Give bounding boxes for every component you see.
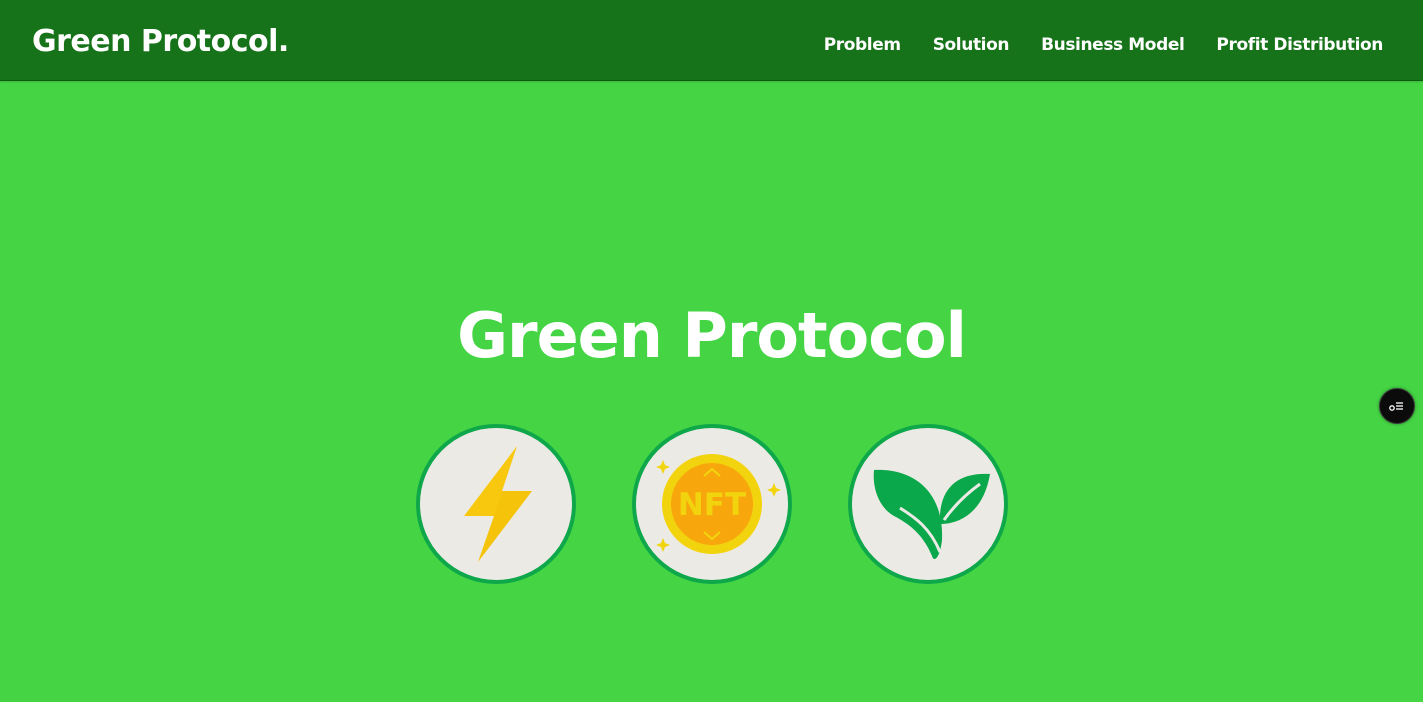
- nft-coin-icon: NFT: [656, 454, 781, 554]
- hero-title: Green Protocol: [457, 299, 967, 372]
- lightning-icon-circle: [416, 424, 576, 584]
- brand-logo[interactable]: Green Protocol.: [32, 22, 289, 62]
- nav-link-problem[interactable]: Problem: [824, 32, 901, 58]
- main-nav: Problem Solution Business Model Profit D…: [824, 32, 1384, 58]
- hero-icons: NFT: [416, 424, 1008, 584]
- lightning-icon: [464, 446, 532, 562]
- leaf-icon-circle: [848, 424, 1008, 584]
- nav-link-solution[interactable]: Solution: [933, 32, 1010, 58]
- options-toggle-icon: [1389, 402, 1403, 411]
- leaf-icon: [873, 469, 990, 560]
- nav-link-business-model[interactable]: Business Model: [1041, 32, 1185, 58]
- nft-coin-label: NFT: [678, 487, 746, 523]
- nft-coin-icon-circle: NFT: [632, 424, 792, 584]
- nav-link-profit-distribution[interactable]: Profit Distribution: [1216, 32, 1383, 58]
- floating-options-button[interactable]: [1379, 388, 1415, 424]
- top-navbar: Green Protocol. Problem Solution Busines…: [0, 0, 1423, 81]
